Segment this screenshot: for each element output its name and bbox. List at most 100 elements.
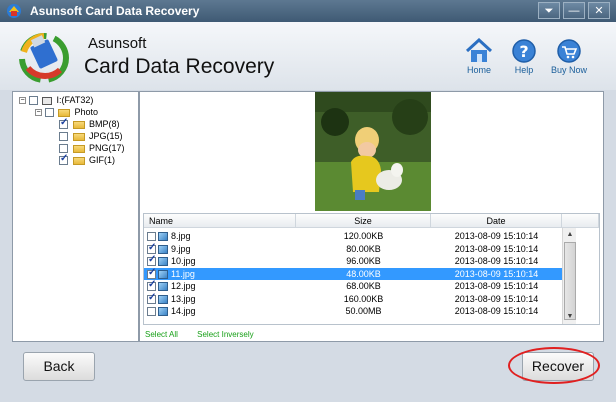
png-checkbox[interactable] — [59, 144, 68, 154]
header: Asunsoft Card Data Recovery Home ? Help — [0, 22, 616, 90]
back-button[interactable]: Back — [23, 352, 95, 381]
file-date: 2013-08-09 15:10:14 — [454, 256, 539, 266]
row-checkbox[interactable] — [147, 292, 156, 304]
select-inversely-link[interactable]: Select Inversely — [197, 330, 253, 339]
row-checkbox[interactable] — [147, 254, 156, 267]
file-size: 120.00KB — [343, 231, 384, 241]
column-header-size[interactable]: Size — [296, 214, 431, 228]
drive-checkbox[interactable] — [28, 96, 38, 106]
folder-icon — [72, 156, 85, 165]
home-label: Home — [466, 65, 491, 75]
column-header-date[interactable]: Date — [431, 214, 562, 228]
tree-item-label: PNG(17) — [89, 143, 125, 153]
title-bar[interactable]: Asunsoft Card Data Recovery ⏷ — ✕ — [0, 0, 616, 22]
gif-checkbox[interactable] — [59, 153, 68, 166]
file-name: 10.jpg — [171, 256, 196, 266]
file-date: 2013-08-09 15:10:14 — [454, 306, 539, 316]
home-button[interactable]: Home — [457, 38, 501, 75]
drive-label: I:(FAT32) — [56, 95, 94, 105]
tree-item-png[interactable]: PNG(17) — [59, 142, 125, 154]
collapse-icon[interactable]: − — [35, 109, 42, 117]
buy-now-label: Buy Now — [550, 65, 587, 75]
folder-icon — [72, 132, 85, 141]
drive-icon — [42, 96, 53, 105]
row-checkbox[interactable] — [147, 279, 156, 292]
collapse-icon[interactable]: − — [19, 97, 26, 105]
row-checkbox[interactable] — [147, 267, 156, 279]
recover-button[interactable]: Recover — [522, 352, 594, 381]
file-name: 11.jpg — [171, 268, 195, 279]
tree-item-label: JPG(15) — [89, 131, 123, 141]
selection-links: Select All Select Inversely — [145, 330, 271, 339]
table-row[interactable]: 13.jpg 160.00KB 2013-08-09 15:10:14 — [144, 292, 562, 306]
image-file-icon — [158, 269, 168, 279]
file-date: 2013-08-09 15:10:14 — [454, 281, 539, 291]
row-checkbox[interactable] — [147, 307, 156, 317]
folder-checkbox[interactable] — [44, 108, 54, 118]
table-row[interactable]: 10.jpg 96.00KB 2013-08-09 15:10:14 — [144, 254, 562, 268]
image-file-icon — [158, 294, 168, 304]
vertical-scrollbar[interactable]: ▲ ▼ — [562, 228, 576, 324]
file-size: 160.00KB — [343, 293, 384, 304]
image-file-icon — [158, 307, 168, 317]
help-label: Help — [514, 65, 534, 75]
file-size: 68.00KB — [346, 281, 381, 291]
column-header-name[interactable]: Name — [144, 214, 296, 228]
brand-name: Asunsoft — [88, 35, 147, 52]
window-title: Asunsoft Card Data Recovery — [30, 4, 200, 18]
minimize-to-tray-button[interactable]: ⏷ — [538, 2, 560, 19]
table-row[interactable]: 12.jpg 68.00KB 2013-08-09 15:10:14 — [144, 279, 562, 293]
folder-icon — [72, 144, 85, 153]
image-file-icon — [158, 257, 168, 267]
file-name: 12.jpg — [171, 281, 196, 291]
row-checkbox[interactable] — [147, 232, 156, 242]
minimize-button[interactable]: — — [563, 2, 585, 19]
help-icon: ? — [512, 39, 536, 63]
table-row[interactable]: 14.jpg 50.00MB 2013-08-09 15:10:14 — [144, 305, 562, 318]
image-preview — [315, 92, 431, 211]
help-button[interactable]: ? Help — [502, 38, 546, 75]
file-size: 80.00KB — [346, 243, 381, 254]
folder-label: Photo — [74, 107, 99, 117]
tree-item-label: GIF(1) — [89, 155, 116, 165]
tree-item-jpg[interactable]: JPG(15) — [59, 130, 123, 142]
folder-icon — [72, 120, 85, 129]
table-row[interactable]: 9.jpg 80.00KB 2013-08-09 15:10:14 — [144, 242, 562, 256]
file-date: 2013-08-09 15:10:14 — [454, 243, 539, 254]
folder-icon — [58, 108, 71, 117]
app-icon — [7, 4, 21, 18]
close-button[interactable]: ✕ — [588, 2, 610, 19]
select-all-link[interactable]: Select All — [145, 330, 178, 339]
file-date: 2013-08-09 15:10:14 — [454, 293, 539, 304]
file-size: 48.00KB — [346, 268, 381, 279]
tree-item-gif[interactable]: GIF(1) — [59, 153, 116, 166]
file-date: 2013-08-09 15:10:14 — [454, 231, 539, 241]
scroll-down-icon[interactable]: ▼ — [563, 310, 577, 324]
app-logo — [19, 33, 69, 83]
home-icon — [465, 38, 493, 62]
product-name: Card Data Recovery — [84, 55, 275, 78]
image-file-icon — [158, 232, 168, 242]
scroll-up-icon[interactable]: ▲ — [563, 228, 577, 242]
file-size: 96.00KB — [346, 256, 381, 266]
app-window: Asunsoft Card Data Recovery ⏷ — ✕ Asunso… — [0, 0, 616, 402]
tree-item-bmp[interactable]: BMP(8) — [59, 117, 120, 130]
content-panel: Name Size Date 8.jpg 120.00KB 2013-08-09… — [139, 91, 604, 342]
cart-icon — [557, 39, 581, 63]
svg-text:?: ? — [519, 42, 528, 61]
tree-drive[interactable]: − I:(FAT32) — [19, 94, 93, 106]
bmp-checkbox[interactable] — [59, 117, 68, 130]
file-date: 2013-08-09 15:10:14 — [454, 268, 539, 279]
image-file-icon — [158, 282, 168, 292]
image-file-icon — [158, 244, 168, 254]
file-list: Name Size Date 8.jpg 120.00KB 2013-08-09… — [143, 213, 600, 325]
table-row-selected[interactable]: 11.jpg 48.00KB 2013-08-09 15:10:14 — [144, 267, 562, 280]
file-name: 13.jpg — [171, 293, 196, 304]
scroll-thumb[interactable] — [564, 242, 576, 320]
table-row[interactable]: 8.jpg 120.00KB 2013-08-09 15:10:14 — [144, 230, 562, 243]
row-checkbox[interactable] — [147, 242, 156, 254]
file-size: 50.00MB — [345, 306, 382, 316]
jpg-checkbox[interactable] — [59, 132, 68, 142]
buy-now-button[interactable]: Buy Now — [547, 38, 591, 75]
tree-item-label: BMP(8) — [89, 119, 120, 129]
